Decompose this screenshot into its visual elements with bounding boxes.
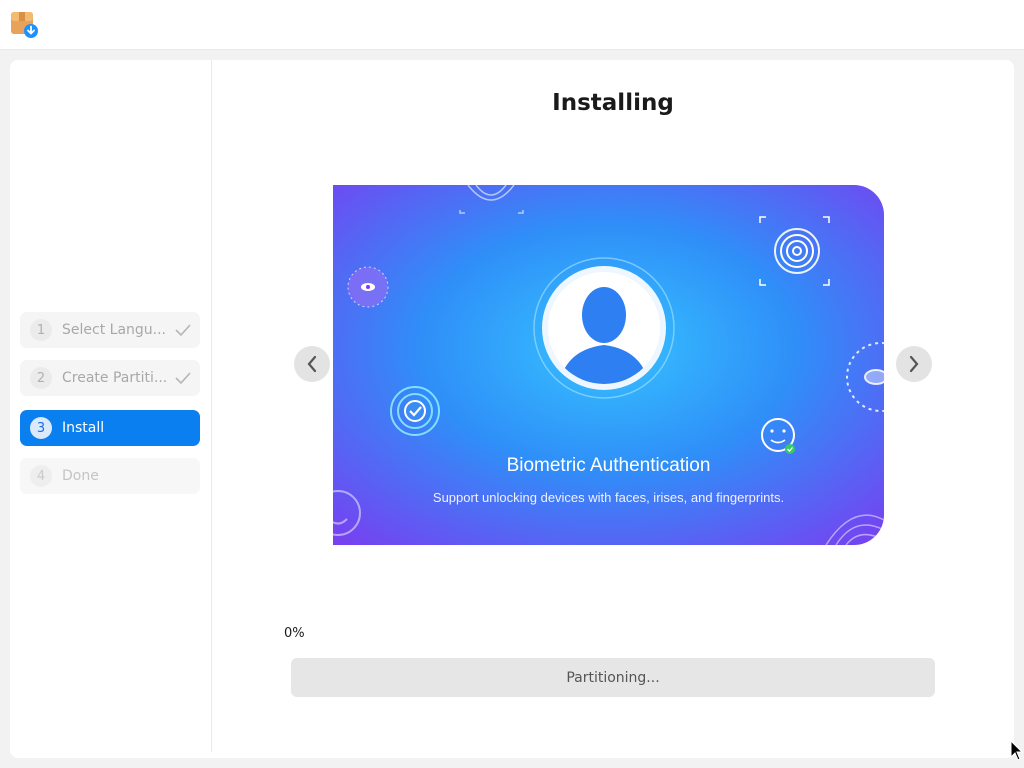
eye-icon: [347, 266, 389, 308]
check-icon: [172, 371, 194, 385]
chevron-left-icon: [307, 355, 317, 373]
installer-window: 1 Select Langu... 2 Create Partiti... 3 …: [10, 60, 1014, 758]
fingerprint-check-icon: [390, 386, 440, 436]
step-label: Done: [62, 468, 99, 484]
step-select-language: 1 Select Langu...: [20, 312, 200, 348]
progress-status: Partitioning...: [566, 669, 660, 686]
slide-title: Biometric Authentication: [506, 455, 711, 476]
next-slide-button[interactable]: [896, 346, 932, 382]
title-bar: [0, 0, 1024, 50]
step-number: 4: [30, 465, 52, 487]
feature-slide: Biometric Authentication Support unlocki…: [333, 185, 884, 545]
mouse-cursor-icon: [1010, 740, 1024, 761]
steps-sidebar: 1 Select Langu... 2 Create Partiti... 3 …: [10, 60, 212, 752]
step-label: Install: [62, 420, 105, 436]
installer-app-icon: [11, 12, 38, 38]
step-number: 3: [30, 417, 52, 439]
progress-percent: 0%: [284, 626, 305, 641]
step-number: 2: [30, 367, 52, 389]
step-install: 3 Install: [20, 410, 200, 446]
check-icon: [172, 323, 194, 337]
step-label: Select Langu...: [62, 322, 167, 338]
chevron-right-icon: [909, 355, 919, 373]
step-label: Create Partiti...: [62, 370, 168, 386]
page-title: Installing: [552, 90, 674, 116]
install-progress-bar: Partitioning...: [291, 658, 935, 697]
previous-slide-button[interactable]: [294, 346, 330, 382]
step-number: 1: [30, 319, 52, 341]
step-create-partition: 2 Create Partiti...: [20, 360, 200, 396]
slide-subtitle: Support unlocking devices with faces, ir…: [432, 490, 785, 505]
step-done: 4 Done: [20, 458, 200, 494]
